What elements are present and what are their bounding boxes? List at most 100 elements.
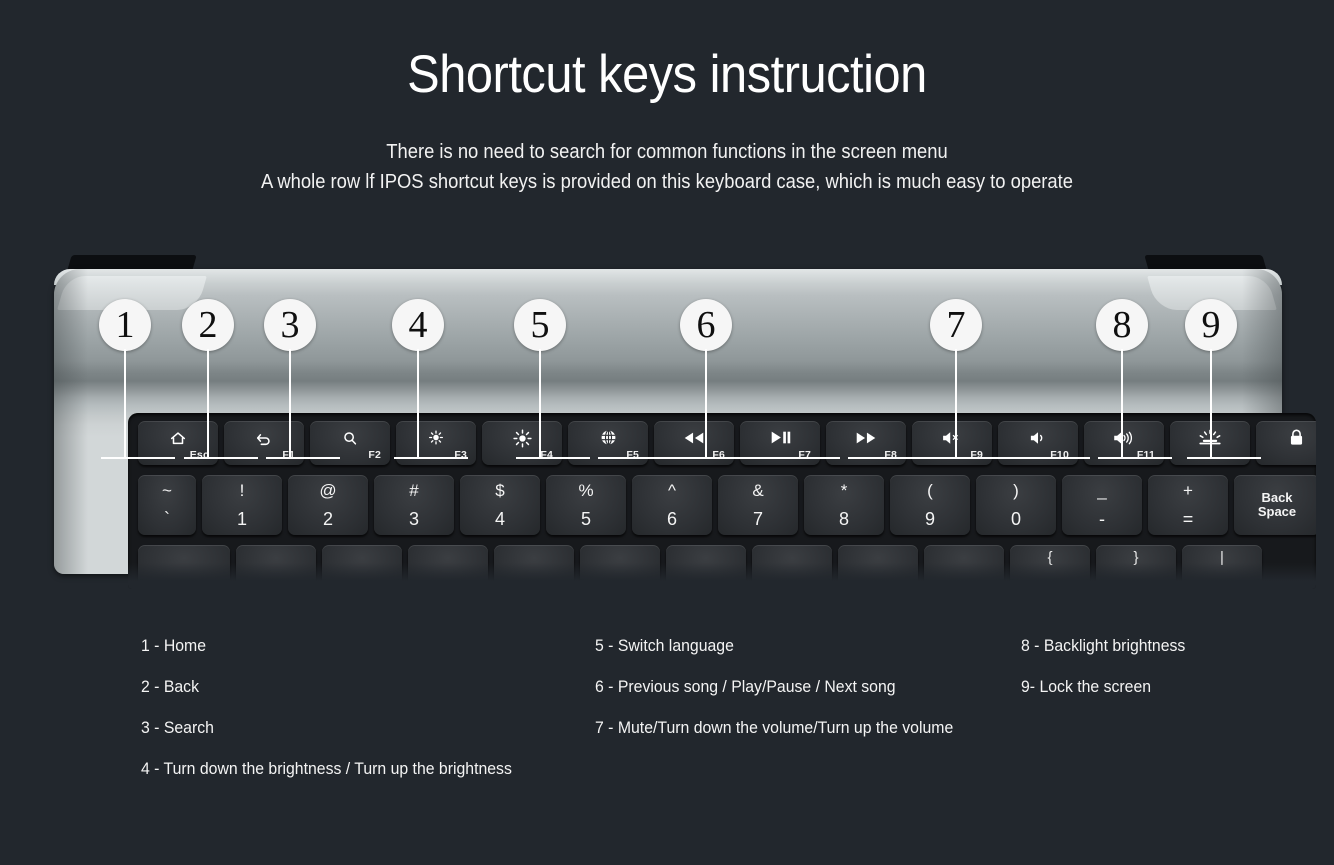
key-base-legend: - <box>1099 509 1105 529</box>
function-key-label: F5 <box>626 449 639 461</box>
callout-underline <box>394 457 468 459</box>
key-shift-legend: & <box>752 481 764 500</box>
function-key-label: F6 <box>712 449 725 461</box>
key-base-legend: 5 <box>580 509 591 529</box>
callout-underline <box>101 457 175 459</box>
key-shift-legend: ) <box>1013 481 1019 500</box>
legend-item: 7 - Mute/Turn down the volume/Turn up th… <box>595 718 954 737</box>
key-7[interactable]: & 7 <box>718 475 798 535</box>
backspace-label: Back Space <box>1257 490 1297 519</box>
page-title: Shortcut keys instruction <box>407 45 927 104</box>
key-backtick[interactable]: ~ ` <box>138 475 196 535</box>
key-base-legend: 1 <box>236 509 247 529</box>
key-base-legend: 8 <box>838 509 849 529</box>
legend-column-3: 8 - Backlight brightness 9- Lock the scr… <box>1021 625 1198 707</box>
key-base-legend: 3 <box>408 509 419 529</box>
key-base-legend: 9 <box>924 509 935 529</box>
search-icon <box>310 428 390 448</box>
legend-item: 2 - Back <box>141 677 199 696</box>
key-shift-legend: + <box>1183 481 1193 500</box>
key-shift-legend: _ <box>1097 481 1107 500</box>
key-shift-legend: ! <box>239 481 245 500</box>
key-shift-legend: ( <box>927 481 933 500</box>
deck-bottom-fade <box>128 563 1316 589</box>
key-shift-legend: $ <box>495 481 505 500</box>
key-8[interactable]: * 8 <box>804 475 884 535</box>
function-key-label: F10 <box>1050 449 1069 461</box>
volume-down-icon <box>998 428 1078 448</box>
callout-number: 8 <box>1096 299 1148 351</box>
key-base-legend: = <box>1182 509 1194 529</box>
key-deck: EscF1F2F3F4F5F6F7F8F9F10F11 ~`!1@2#3$4%5… <box>128 413 1316 589</box>
legend-item: 4 - Turn down the brightness / Turn up t… <box>141 759 512 778</box>
legend-item: 9- Lock the screen <box>1021 677 1152 696</box>
key-5[interactable]: % 5 <box>546 475 626 535</box>
key-4[interactable]: $4 <box>460 475 540 535</box>
callout-number: 4 <box>392 299 444 351</box>
key-0[interactable]: ) 0 <box>976 475 1056 535</box>
function-key-label: F9 <box>970 449 983 461</box>
function-key-label: F7 <box>798 449 811 461</box>
callout-number: 5 <box>514 299 566 351</box>
callout-leader-line <box>539 349 541 457</box>
function-key-label: F3 <box>454 449 467 461</box>
key-shift-legend: @ <box>319 481 337 500</box>
number-key-row: ~ `! 1 @2 #3 $4% 5 ^ 6 & 7 * 8(9) 0 _ - + = Back Space <box>138 475 1316 535</box>
callout-underline <box>1098 457 1172 459</box>
function-key-label: F2 <box>368 449 381 461</box>
callout-underline <box>848 457 1090 459</box>
callout-underline <box>598 457 840 459</box>
legend-item: 6 - Previous song / Play/Pause / Next so… <box>595 677 896 696</box>
callout-underline <box>184 457 258 459</box>
key-shift-legend: % <box>578 481 594 500</box>
legend-column-1: 1 - Home 2 - Back 3 - Search 4 - Turn do… <box>141 625 540 789</box>
callout-leader-line <box>124 349 126 457</box>
callout-number: 1 <box>99 299 151 351</box>
key--[interactable]: _ - <box>1062 475 1142 535</box>
volume-mute-icon <box>912 428 992 448</box>
volume-up-icon <box>1084 428 1164 448</box>
key-base-legend: 4 <box>494 509 505 529</box>
callout-number: 6 <box>680 299 732 351</box>
callout-underline <box>1187 457 1261 459</box>
callout-leader-line <box>207 349 209 457</box>
lock-icon <box>1256 428 1316 448</box>
callout-number: 7 <box>930 299 982 351</box>
legend-column-2: 5 - Switch language 6 - Previous song / … <box>595 625 980 748</box>
key-base-legend: 0 <box>1010 509 1021 529</box>
globe-icon <box>568 428 648 448</box>
callout-leader-line <box>705 349 707 457</box>
next-track-icon <box>826 428 906 448</box>
key-=[interactable]: + = <box>1148 475 1228 535</box>
keyboard-illustration: EscF1F2F3F4F5F6F7F8F9F10F11 ~`!1@2#3$4%5… <box>0 255 1334 589</box>
play-pause-icon <box>740 428 820 448</box>
key-backspace[interactable]: Back Space <box>1234 475 1316 535</box>
keyboard-top-bevel <box>54 269 1282 285</box>
page-subtitle: There is no need to search for common fu… <box>53 137 1280 197</box>
back-arrow-icon <box>224 428 304 448</box>
key-9[interactable]: (9 <box>890 475 970 535</box>
callout-leader-line <box>417 349 419 457</box>
key-3[interactable]: #3 <box>374 475 454 535</box>
function-key-label: F4 <box>540 449 553 461</box>
key-1[interactable]: ! 1 <box>202 475 282 535</box>
key-base-legend: ` <box>164 509 170 529</box>
previous-track-icon <box>654 428 734 448</box>
page-header: Shortcut keys instruction There is no ne… <box>0 0 1334 197</box>
function-key-label: F8 <box>884 449 897 461</box>
key-base-legend: 7 <box>752 509 763 529</box>
brightness-up-icon <box>482 428 562 448</box>
key-2[interactable]: @2 <box>288 475 368 535</box>
brightness-down-icon <box>396 428 476 448</box>
legend-item: 5 - Switch language <box>595 636 734 655</box>
key-6[interactable]: ^ 6 <box>632 475 712 535</box>
key-shift-legend: ~ <box>162 481 172 500</box>
keyboard-shade-left <box>54 269 88 574</box>
callout-leader-line <box>289 349 291 457</box>
callout-underline <box>266 457 340 459</box>
key-lock[interactable] <box>1256 421 1316 465</box>
legend-item: 3 - Search <box>141 718 214 737</box>
callout-leader-line <box>955 349 957 457</box>
callout-number: 3 <box>264 299 316 351</box>
key-shift-legend: # <box>409 481 419 500</box>
